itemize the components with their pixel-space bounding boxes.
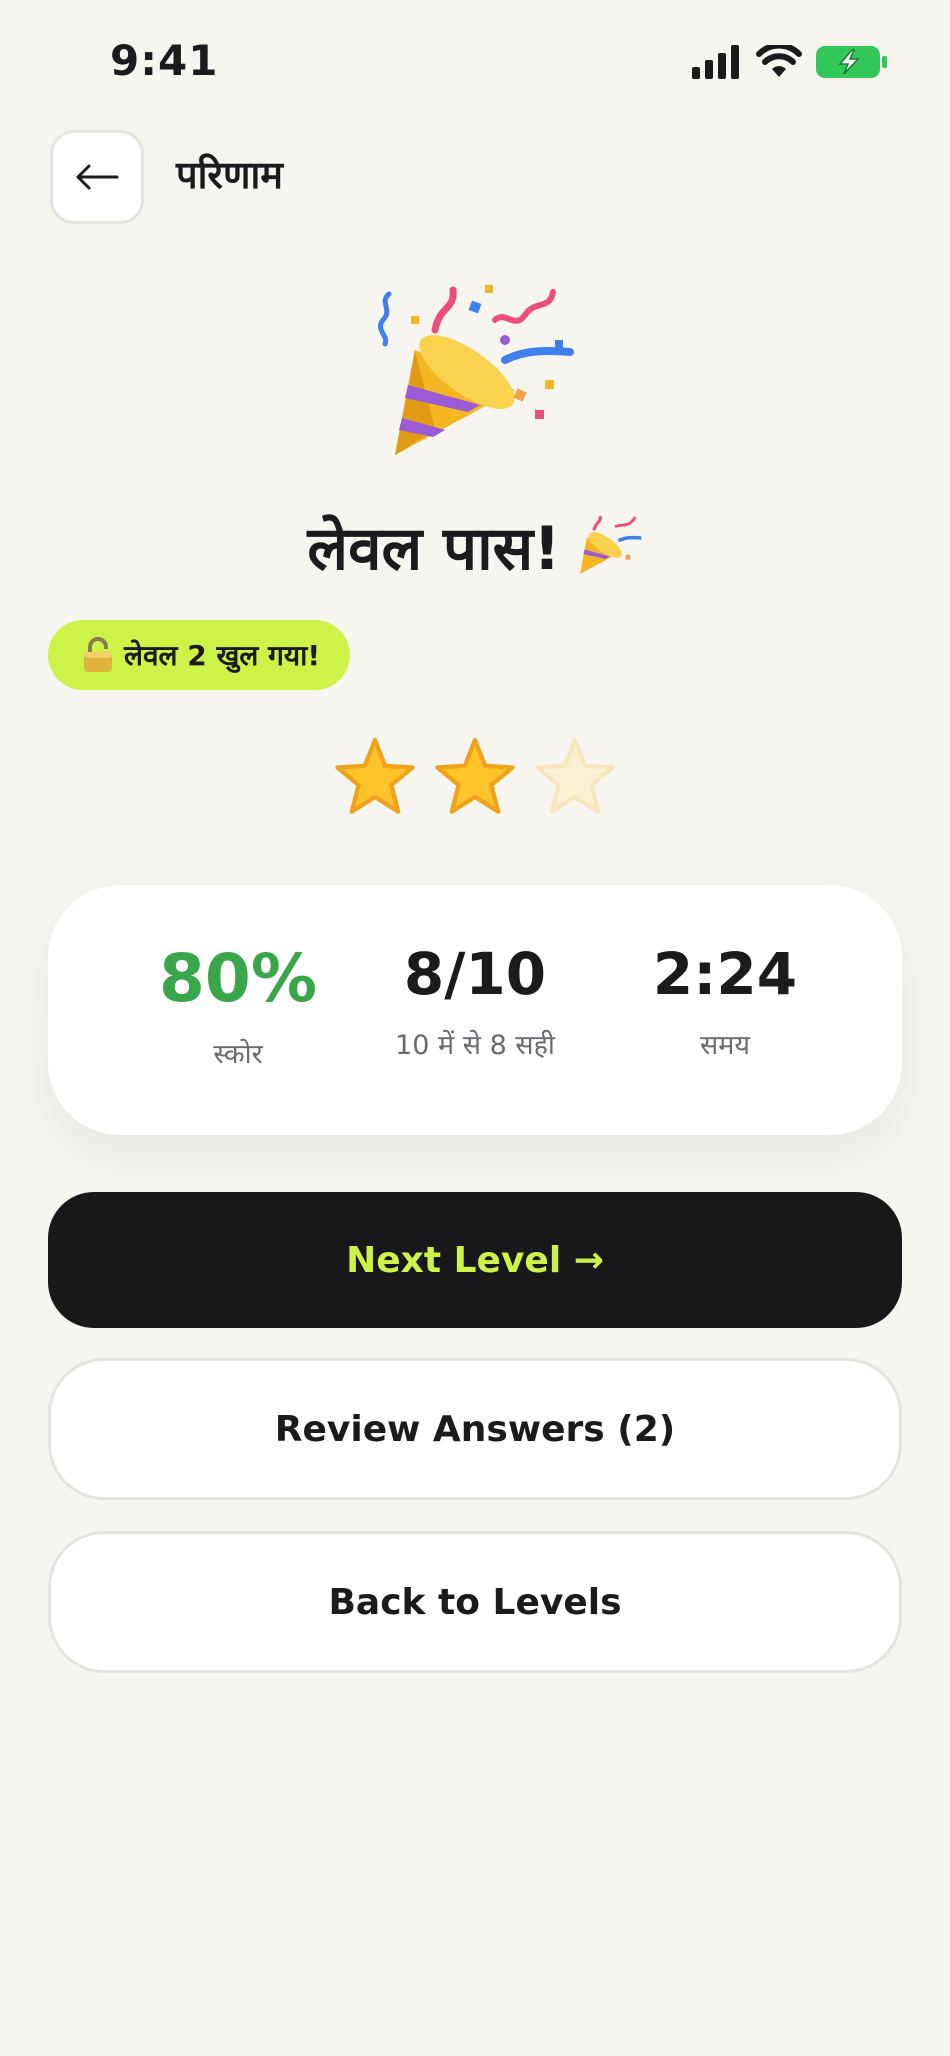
level-passed-title: लेवल पास!	[0, 505, 950, 587]
star-filled-icon	[335, 738, 415, 814]
score-value: 80%	[159, 940, 317, 1017]
party-popper-icon	[579, 516, 641, 574]
score-stat: 80% स्कोर	[108, 940, 368, 1071]
star-filled-icon	[435, 738, 515, 814]
battery-charging-icon	[816, 46, 887, 78]
time-value: 2:24	[652, 940, 798, 1008]
star-rating	[0, 735, 950, 821]
wifi-icon	[756, 45, 802, 77]
status-time: 9:41	[110, 36, 219, 85]
status-icons	[692, 44, 888, 80]
arrow-left-icon	[76, 164, 119, 190]
page-title: परिणाम	[176, 153, 284, 197]
results-screen: 9:41 परिणाम लेवल पास! लेवल 2 खुल गया! 80…	[0, 0, 950, 2056]
correct-stat: 8/10 10 में से 8 सही	[345, 940, 605, 1062]
time-stat: 2:24 समय	[595, 940, 855, 1062]
back-button[interactable]	[50, 130, 144, 224]
correct-label: 10 में से 8 सही	[395, 1029, 555, 1061]
level-unlocked-badge: लेवल 2 खुल गया!	[48, 620, 351, 690]
next-level-button[interactable]: Next Level →	[48, 1192, 902, 1328]
unlocked-padlock-icon	[84, 637, 112, 672]
cellular-signal-icon	[692, 45, 739, 79]
unlock-badge-text: लेवल 2 खुल गया!	[124, 639, 321, 672]
level-passed-text: लेवल पास!	[307, 514, 561, 584]
correct-value: 8/10	[403, 940, 547, 1008]
back-to-levels-button[interactable]: Back to Levels	[48, 1531, 902, 1673]
time-label: समय	[699, 1029, 751, 1061]
stats-card: 80% स्कोर 8/10 10 में से 8 सही 2:24 समय	[48, 885, 902, 1135]
party-popper-icon	[378, 285, 574, 455]
status-bar: 9:41	[0, 0, 950, 120]
review-answers-button[interactable]: Review Answers (2)	[48, 1358, 902, 1500]
score-label: स्कोर	[213, 1038, 263, 1070]
star-empty-icon	[535, 738, 615, 814]
